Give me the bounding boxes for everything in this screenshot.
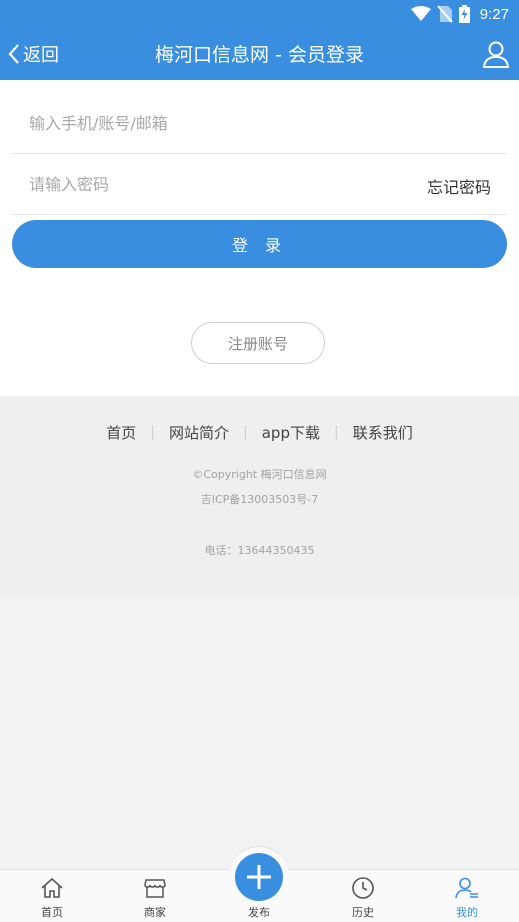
bottom-tab-bar: 首页 商家 发布 历史 我的 <box>0 846 519 922</box>
status-icons: 9:27 <box>410 3 509 25</box>
tab-label: 我的 <box>456 906 478 919</box>
tab-mine[interactable]: 我的 <box>422 870 512 922</box>
forgot-password-link[interactable]: 忘记密码 <box>427 174 491 198</box>
tab-merchants[interactable]: 商家 <box>110 870 200 922</box>
account-input[interactable] <box>29 93 409 153</box>
tab-label: 发布 <box>248 906 270 919</box>
user-profile-button[interactable] <box>481 39 511 69</box>
status-time: 9:27 <box>479 5 509 23</box>
footer-separator: | <box>150 424 155 441</box>
login-button[interactable]: 登 录 <box>12 220 507 268</box>
icp-license-text: 吉ICP备13003503号-7 <box>200 493 319 506</box>
login-form: 忘记密码 登 录 注册账号 <box>0 80 519 396</box>
register-button[interactable]: 注册账号 <box>191 322 325 364</box>
copyright-text: ©Copyright 梅河口信息网 <box>192 468 327 481</box>
footer-link-home[interactable]: 首页 <box>106 422 136 443</box>
footer-link-app-download[interactable]: app下载 <box>262 422 320 443</box>
tab-publish[interactable]: 发布 <box>214 870 304 922</box>
footer-link-about[interactable]: 网站简介 <box>169 422 229 443</box>
phone-text: 电话：13644350435 <box>204 544 315 557</box>
clock-icon <box>352 877 374 899</box>
wifi-icon <box>410 6 431 21</box>
footer-link-contact[interactable]: 联系我们 <box>353 422 413 443</box>
store-icon <box>144 879 166 898</box>
password-field-row: 忘记密码 <box>12 154 507 215</box>
tab-label: 首页 <box>41 906 63 919</box>
tab-label: 历史 <box>352 906 374 919</box>
user-icon <box>482 41 510 68</box>
tab-home[interactable]: 首页 <box>7 870 97 922</box>
status-bar: 9:27 <box>0 0 519 28</box>
tab-label: 商家 <box>144 906 166 919</box>
page-title: 梅河口信息网 - 会员登录 <box>155 44 364 66</box>
home-icon <box>41 877 63 898</box>
site-footer: 首页 | 网站简介 | app下载 | 联系我们 ©Copyright 梅河口信… <box>0 396 519 596</box>
footer-separator: | <box>243 424 248 441</box>
footer-links: 首页 | 网站简介 | app下载 | 联系我们 <box>0 422 519 443</box>
footer-separator: | <box>333 424 339 441</box>
user-icon <box>455 877 478 899</box>
account-field-row <box>12 93 507 154</box>
no-sim-icon <box>437 5 453 23</box>
password-input[interactable] <box>29 154 409 214</box>
battery-charging-icon <box>458 5 470 23</box>
app-header: 返回 梅河口信息网 - 会员登录 <box>0 28 519 80</box>
tab-history[interactable]: 历史 <box>318 870 408 922</box>
